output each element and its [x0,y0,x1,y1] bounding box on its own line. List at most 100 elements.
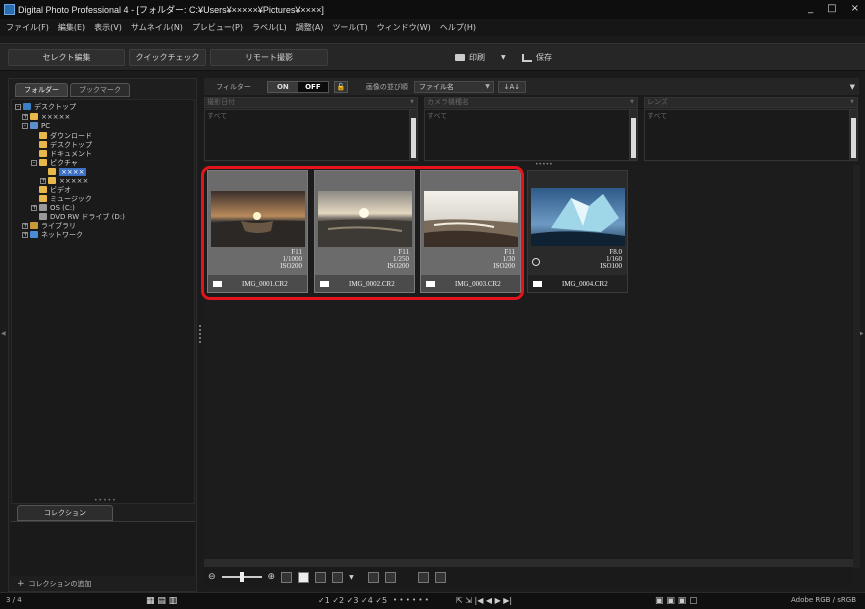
tree-item-pictures[interactable]: - ピクチャ [31,158,78,167]
save-label: 保存 [536,53,552,62]
menu-preview[interactable]: プレビュー(P) [192,22,243,33]
view-grid-button[interactable] [315,571,327,583]
folder-icon [48,177,56,184]
filter-column-date: 撮影日付 すべて [204,97,418,162]
select-edit-button[interactable]: セレクト編集 [8,49,125,66]
grid-vertical-scrollbar[interactable] [853,165,860,568]
zoom-out-icon[interactable]: ⊖ [208,572,216,582]
close-button[interactable]: × [851,3,859,14]
menu-label[interactable]: ラベル(L) [252,22,287,33]
filter-column-camera: カメラ機種名 すべて [424,97,638,162]
desktop-icon [23,103,31,110]
filter-list-camera[interactable]: すべて [424,109,638,161]
filter-item[interactable]: すべて [207,111,227,121]
toolbar: セレクト編集 クイックチェック リモート撮影 印刷 ▼ 保存 [0,43,865,71]
dvd-drive-icon [39,213,47,220]
filter-list-date[interactable]: すべて [204,109,418,161]
menu-window[interactable]: ウィンドウ(W) [377,22,431,33]
filter-head-date[interactable]: 撮影日付 [204,97,418,108]
tab-collection[interactable]: コレクション [17,505,113,521]
add-collection-button[interactable]: + コレクションの追加 [17,579,92,589]
minimize-button[interactable]: _ [808,3,813,14]
menu-thumbnail[interactable]: サムネイル(N) [131,22,183,33]
tab-bookmark[interactable]: ブックマーク [70,83,130,97]
filter-on-button[interactable]: ON [267,81,298,92]
tree-item-network[interactable]: + ネットワーク [22,230,83,239]
pc-icon [30,122,38,129]
menu-adjust[interactable]: 調整(A) [296,22,324,33]
library-icon [30,222,38,229]
menu-file[interactable]: ファイル(F) [6,22,49,33]
printer-icon [455,54,465,61]
thumbnail-control-bar: ⊖ ⊕ ▼ [204,567,853,587]
compare-alt-button[interactable] [434,571,446,583]
raw-view-button[interactable] [367,571,379,583]
menu-bar: ファイル(F) 編集(E) 表示(V) サムネイル(N) プレビュー(P) ラベ… [0,19,865,36]
thumbnail-filename: IMG_0004.CR2 [562,279,608,288]
panel-splitter[interactable]: ••••• [94,497,117,504]
menu-edit[interactable]: 編集(E) [58,22,85,33]
menu-help[interactable]: ヘルプ(H) [440,22,476,33]
compare-button[interactable] [417,571,429,583]
check-mark-buttons[interactable]: ✓1 ✓2 ✓3 ✓4 ✓5 [318,596,387,605]
menu-tools[interactable]: ツール(T) [332,22,367,33]
filter-off-button[interactable]: OFF [297,81,328,92]
filter-lock-button[interactable]: 🔓 [333,80,348,93]
filter-item[interactable]: すべて [427,111,447,121]
filter-item[interactable]: すべて [647,111,667,121]
remote-shooting-button[interactable]: リモート撮影 [210,49,328,66]
menu-view[interactable]: 表示(V) [94,22,122,33]
folder-icon [39,141,47,148]
sort-label: 画像の並び順 [365,82,408,91]
sort-select[interactable]: ファイル名 [413,80,494,93]
thumbnail-card[interactable]: F8.0 1/160 ISO100 IMG_0004.CR2 [527,170,628,293]
quick-check-button[interactable]: クイックチェック [129,49,206,66]
zoom-in-icon[interactable]: ⊕ [268,572,276,582]
tree-item-selected-folder[interactable]: ×××× [48,167,87,176]
print-dropdown-icon[interactable]: ▼ [501,54,506,61]
maximize-button[interactable]: □ [827,3,836,14]
print-button[interactable]: 印刷 ▼ [455,49,506,66]
title-bar: Digital Photo Professional 4 - [フォルダー: C… [0,0,865,19]
tree-item-desktop[interactable]: - デスクトップ [15,102,76,111]
grid-horizontal-scrollbar[interactable] [204,559,853,567]
panel-resize-handle[interactable] [199,325,201,343]
collapse-left-icon[interactable]: ◀ [1,330,6,337]
tree-item-music[interactable]: ミュージック [39,194,92,203]
lock-icon: 🔓 [336,82,346,91]
thumbnail-size-slider[interactable] [221,572,262,582]
tree-item-pc[interactable]: - PC [22,121,50,130]
save-icon [522,53,532,62]
scrollbar[interactable] [849,110,857,160]
status-bar: 3 / 4 ▦ ▤ ▥ ✓1 ✓2 ✓3 ✓4 ✓5 • • • • • • ⇱… [0,592,865,609]
photo-thumbnail [531,188,625,246]
filter-collapse-icon[interactable]: ▼ [850,83,855,91]
tab-folder[interactable]: フォルダー [15,83,68,97]
view-small-button[interactable] [281,571,293,583]
scrollbar[interactable] [629,110,637,160]
folder-icon [39,159,47,166]
tree-item-user[interactable]: + ××××× [22,112,70,121]
folder-tree: - デスクトップ + ××××× - PC ダウンロード デスクトップ ドキュメント … [11,99,195,504]
sort-order-button[interactable]: ↓A↓ [497,80,526,93]
grid-splitter[interactable]: ••••• [535,161,553,168]
view-dropdown-icon[interactable]: ▼ [349,574,354,581]
save-button[interactable]: 保存 [522,49,552,66]
filter-head-camera[interactable]: カメラ機種名 [424,97,638,108]
drive-icon [39,204,47,211]
navigation-icons[interactable]: ⇱ ⇲ |◀ ◀ ▶ ▶| [456,596,512,605]
add-collection-label: コレクションの追加 [28,580,92,588]
layout-toggle-icons[interactable]: ▦ ▤ ▥ [146,596,177,606]
filter-toggle[interactable]: ON OFF [266,80,329,93]
filter-list-lens[interactable]: すべて [644,109,858,161]
rating-dots[interactable]: • • • • • • [393,596,429,604]
filmstrip-button[interactable] [384,571,396,583]
view-list-button[interactable] [332,571,344,583]
view-medium-button[interactable] [298,571,310,583]
window-mode-icons[interactable]: ▣ ▣ ▣ ▢ [655,596,698,606]
filter-head-lens[interactable]: レンズ [644,97,858,108]
scrollbar[interactable] [409,110,417,160]
folder-panel: フォルダー ブックマーク - デスクトップ + ××××× - PC ダウンロード デ… [8,78,197,592]
window-title: Digital Photo Professional 4 - [フォルダー: C… [18,5,324,15]
raw-icon [533,280,542,287]
